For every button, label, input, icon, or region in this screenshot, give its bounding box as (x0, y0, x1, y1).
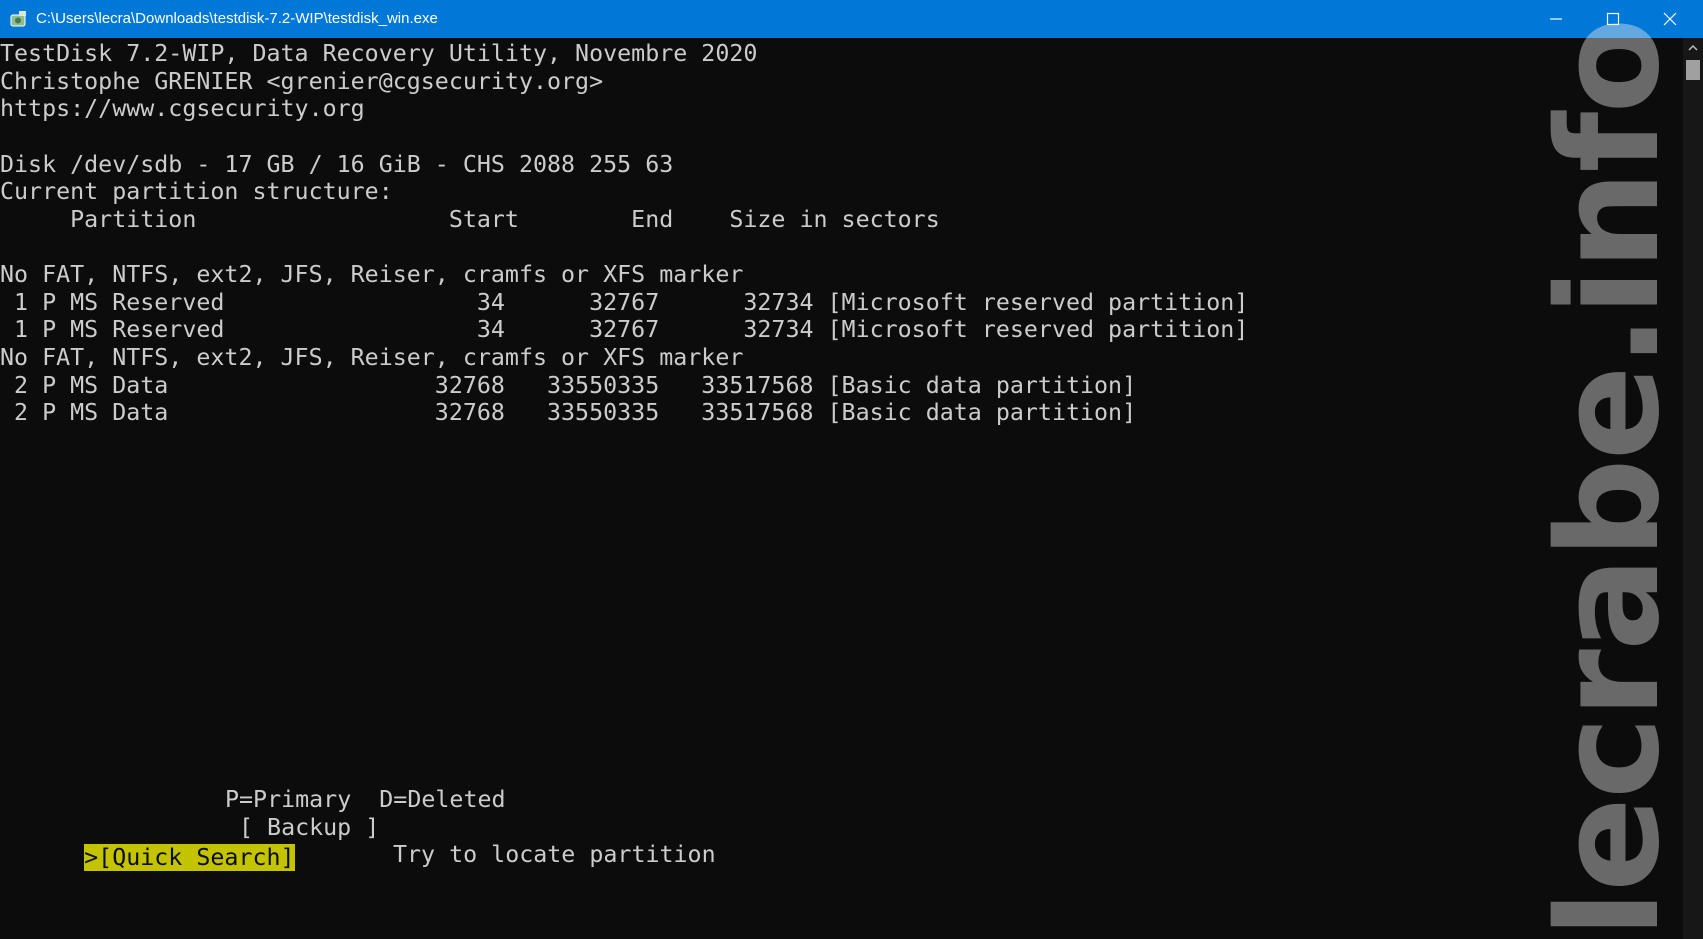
app-icon (10, 10, 28, 28)
console-output: TestDisk 7.2-WIP, Data Recovery Utility,… (0, 38, 1683, 939)
table-row: No FAT, NTFS, ext2, JFS, Reiser, cramfs … (0, 261, 744, 288)
scrollbar[interactable] (1683, 38, 1703, 939)
header-line: Christophe GRENIER <grenier@cgsecurity.o… (0, 68, 604, 95)
watermark: lecrabe.info (1528, 19, 1691, 938)
table-row: 2 P MS Data 32768 33550335 33517568 [Bas… (0, 399, 1137, 426)
hint-text: Try to locate partition (393, 841, 716, 868)
window-title: C:\Users\lecra\Downloads\testdisk-7.2-WI… (36, 10, 438, 27)
legend: P=Primary D=Deleted (225, 786, 506, 813)
header-line: TestDisk 7.2-WIP, Data Recovery Utility,… (0, 40, 758, 67)
console-window: C:\Users\lecra\Downloads\testdisk-7.2-WI… (0, 0, 1703, 939)
table-row: 1 P MS Reserved 34 32767 32734 [Microsof… (0, 316, 1249, 343)
title-bar[interactable]: C:\Users\lecra\Downloads\testdisk-7.2-WI… (0, 0, 1703, 38)
header-line: https://www.cgsecurity.org (0, 95, 365, 122)
quick-search-menu-item[interactable]: >[Quick Search] (84, 844, 295, 871)
scroll-thumb[interactable] (1686, 60, 1700, 80)
scroll-up-button[interactable] (1683, 38, 1703, 58)
backup-menu-item[interactable]: [ Backup ] (239, 813, 379, 843)
table-header: Partition Start End Size in sectors (0, 206, 940, 233)
table-row: No FAT, NTFS, ext2, JFS, Reiser, cramfs … (0, 344, 744, 371)
structure-heading: Current partition structure: (0, 178, 393, 205)
disk-info: Disk /dev/sdb - 17 GB / 16 GiB - CHS 208… (0, 151, 674, 178)
table-row: 2 P MS Data 32768 33550335 33517568 [Bas… (0, 372, 1137, 399)
chevron-up-icon (1688, 44, 1698, 51)
table-row: 1 P MS Reserved 34 32767 32734 [Microsof… (0, 289, 1249, 316)
